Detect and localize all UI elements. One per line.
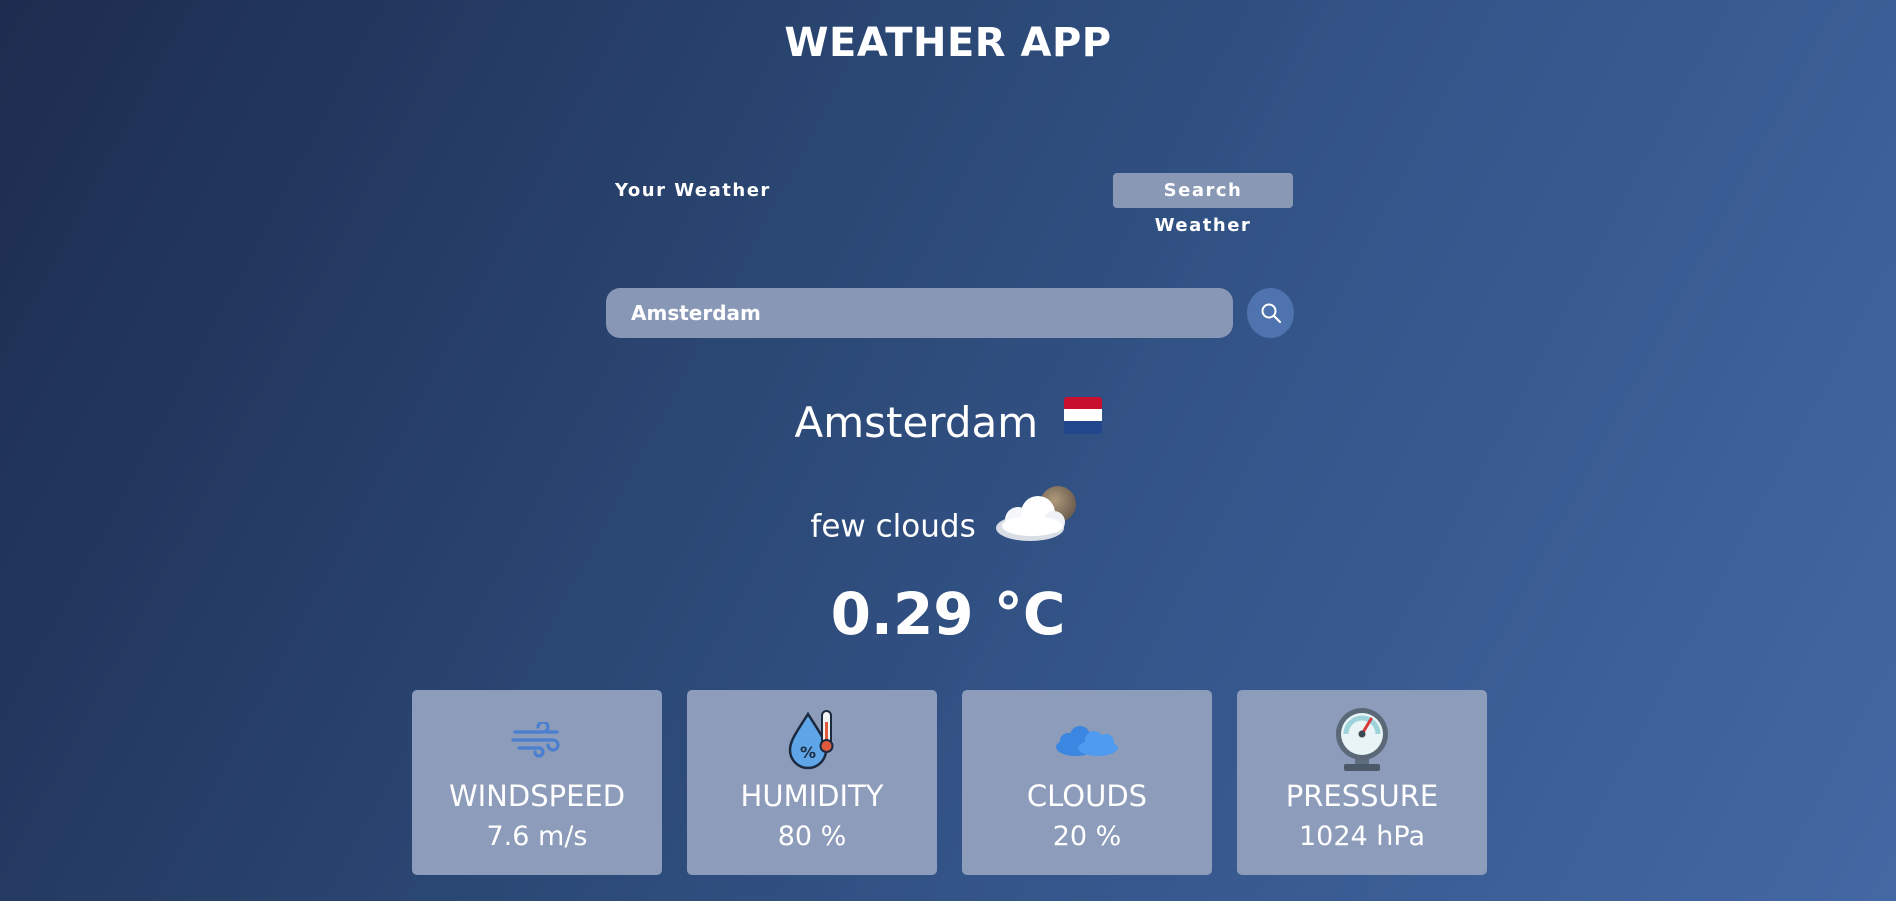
stat-card-clouds: CLOUDS 20 % [962, 690, 1212, 875]
windspeed-value: 7.6 m/s [486, 821, 588, 852]
humidity-value: 80 % [777, 821, 847, 852]
stat-card-windspeed: WINDSPEED 7.6 m/s [412, 690, 662, 875]
clouds-icon [1056, 726, 1118, 756]
search-button[interactable] [1247, 288, 1294, 338]
app-title: WEATHER APP [784, 20, 1112, 66]
city-name: Amsterdam [794, 398, 1039, 447]
weather-description-row: few clouds [0, 486, 1896, 568]
windspeed-label: WINDSPEED [448, 779, 626, 813]
stat-card-humidity: % HUMIDITY 80 % [687, 690, 937, 875]
pressure-value: 1024 hPa [1298, 821, 1426, 852]
temperature: 0.29 °C [830, 580, 1066, 648]
city-row: Amsterdam [0, 395, 1896, 454]
weather-description: few clouds [810, 508, 976, 545]
humidity-label: HUMIDITY [740, 779, 884, 813]
clouds-label: CLOUDS [1026, 779, 1148, 813]
netherlands-flag-icon [1063, 395, 1102, 451]
search-icon [1261, 303, 1281, 324]
wind-icon [511, 722, 560, 758]
stat-card-pressure: PRESSURE 1024 hPa [1237, 690, 1487, 875]
pressure-label: PRESSURE [1285, 779, 1439, 813]
tab-your-weather[interactable]: Your Weather [615, 176, 771, 206]
tab-search-weather[interactable]: Search Weather [1113, 173, 1293, 236]
search-input[interactable] [606, 288, 1233, 338]
few-clouds-icon [994, 484, 1086, 564]
search-form [606, 288, 1294, 338]
pressure-gauge-icon [1336, 708, 1388, 771]
svg-text:%: % [800, 743, 816, 762]
humidity-icon: % [788, 710, 834, 770]
clouds-value: 20 % [1052, 821, 1122, 852]
